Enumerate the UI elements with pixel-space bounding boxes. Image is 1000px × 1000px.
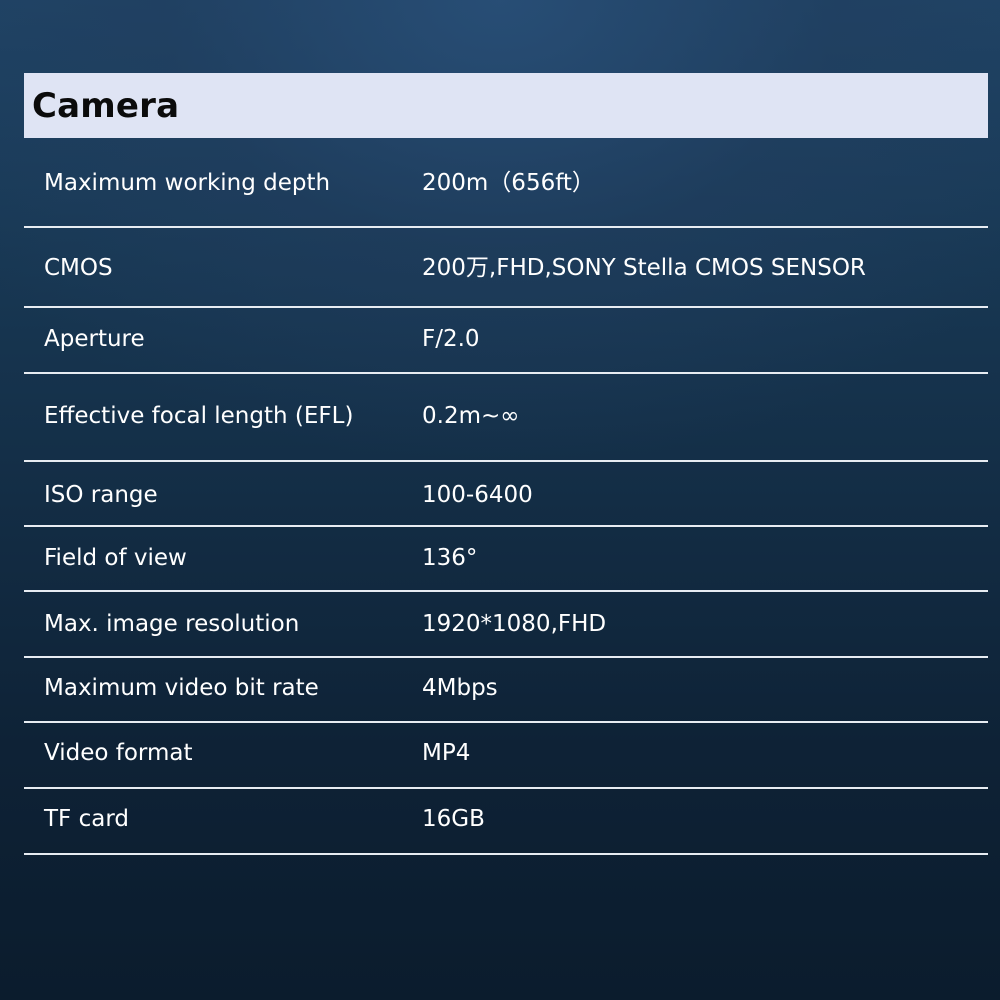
spec-row-cmos: CMOS 200万,FHD,SONY Stella CMOS SENSOR: [24, 228, 988, 308]
spec-label: Max. image resolution: [44, 611, 300, 637]
spec-row-field-of-view: Field of view 136°: [24, 527, 988, 592]
spec-value: 4Mbps: [422, 675, 498, 701]
spec-value: 200万,FHD,SONY Stella CMOS SENSOR: [422, 255, 866, 281]
spec-label: Maximum video bit rate: [44, 675, 319, 701]
spec-value: MP4: [422, 740, 471, 766]
spec-row-iso-range: ISO range 100-6400: [24, 462, 988, 527]
spec-label: Field of view: [44, 545, 187, 571]
section-header: Camera: [24, 73, 988, 138]
spec-label: ISO range: [44, 482, 158, 508]
spec-sheet: Camera Maximum working depth 200m（656ft）…: [24, 73, 988, 855]
spec-value: 1920*1080,FHD: [422, 611, 607, 637]
spec-row-tf-card: TF card 16GB: [24, 789, 988, 855]
spec-label: Video format: [44, 740, 193, 766]
spec-value: 200m（656ft）: [422, 170, 595, 196]
section-title: Camera: [32, 85, 180, 126]
spec-row-aperture: Aperture F/2.0: [24, 308, 988, 374]
spec-row-max-image-resolution: Max. image resolution 1920*1080,FHD: [24, 592, 988, 658]
spec-label: Aperture: [44, 326, 145, 352]
spec-label: Maximum working depth: [44, 170, 331, 196]
spec-row-max-video-bit-rate: Maximum video bit rate 4Mbps: [24, 658, 988, 723]
spec-row-video-format: Video format MP4: [24, 723, 988, 789]
spec-label: Effective focal length (EFL): [44, 403, 354, 429]
spec-row-efl: Effective focal length (EFL) 0.2m~∞: [24, 374, 988, 462]
spec-label: TF card: [44, 806, 129, 832]
spec-value: 136°: [422, 545, 478, 571]
spec-label: CMOS: [44, 255, 113, 281]
spec-value: F/2.0: [422, 326, 480, 352]
spec-value: 100-6400: [422, 482, 533, 508]
spec-value: 0.2m~∞: [422, 403, 520, 429]
spec-value: 16GB: [422, 806, 485, 832]
spec-row-max-working-depth: Maximum working depth 200m（656ft）: [24, 138, 988, 228]
